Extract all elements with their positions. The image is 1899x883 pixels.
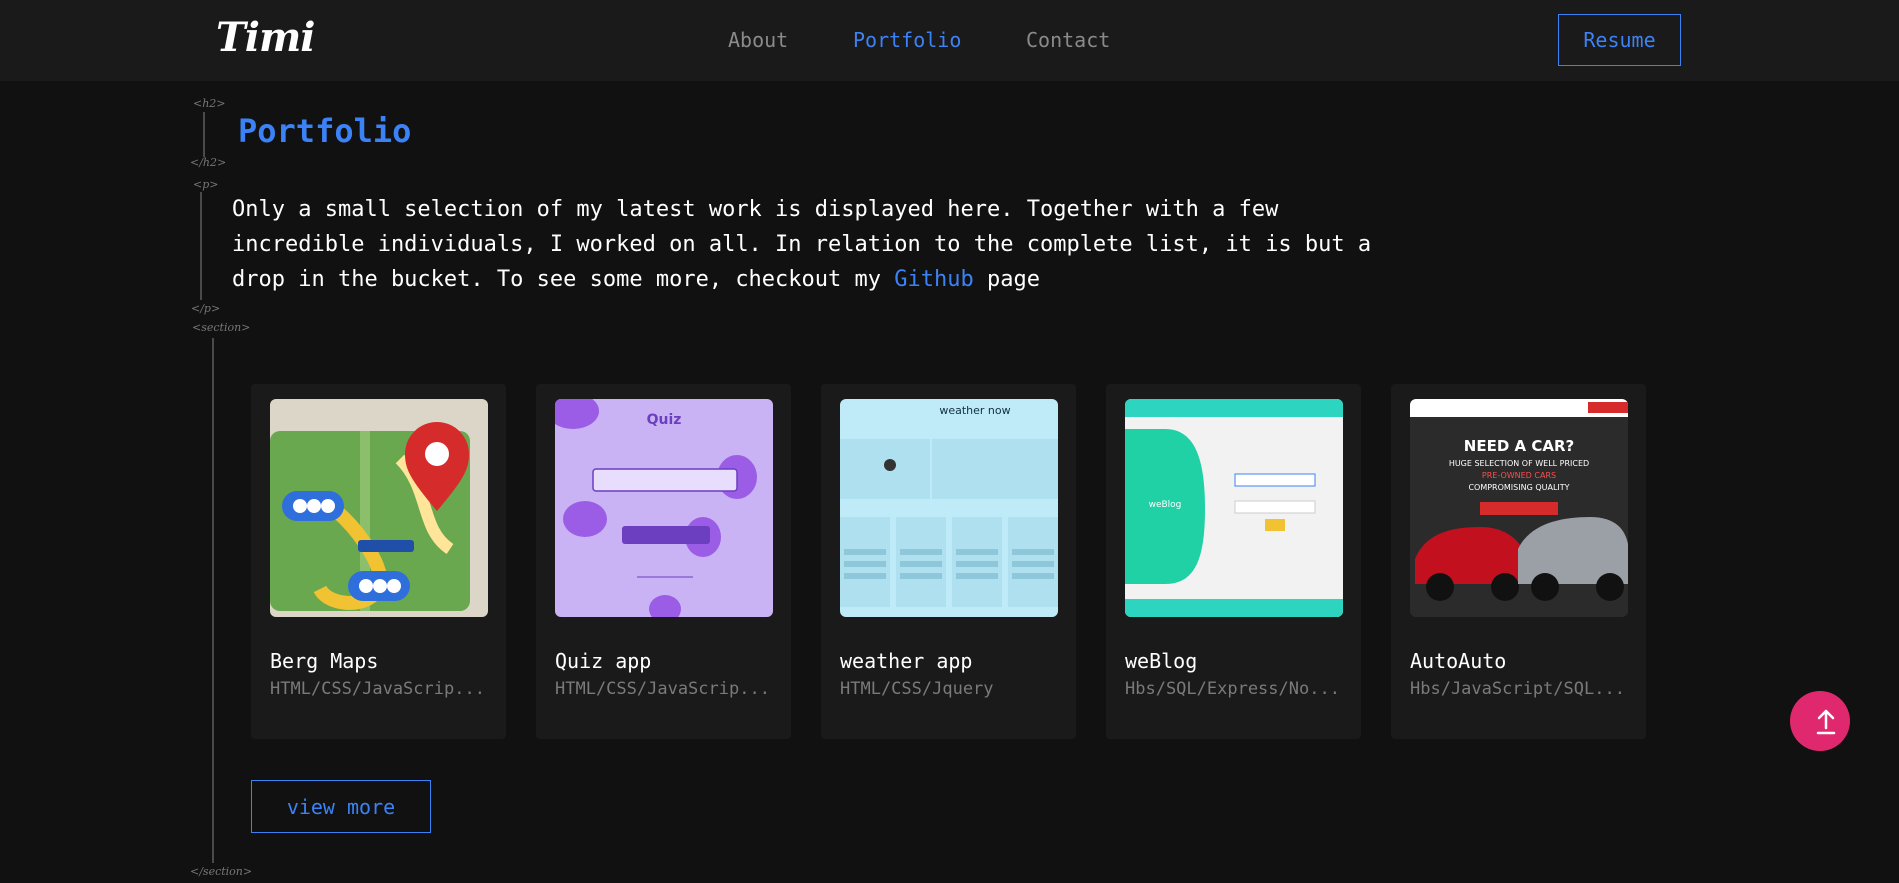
intro-text: Only a small selection of my latest work…: [232, 197, 1372, 292]
svg-text:PRE-OWNED CARS: PRE-OWNED CARS: [1482, 471, 1556, 480]
svg-text:weBlog: weBlog: [1149, 500, 1182, 510]
project-title[interactable]: AutoAuto: [1410, 649, 1506, 673]
project-tech: HTML/CSS/JavaScrip...: [555, 679, 770, 699]
nav-about[interactable]: About: [728, 28, 788, 52]
project-card-autoauto[interactable]: NEED A CAR? HUGE SELECTION OF WELL PRICE…: [1391, 384, 1646, 739]
project-title[interactable]: Berg Maps: [270, 649, 378, 673]
tag-section-open: <section>: [192, 321, 251, 334]
intro-paragraph: Only a small selection of my latest work…: [232, 192, 1382, 297]
project-card-weblog[interactable]: weBlog weBlog Hbs/SQL/Express/No...: [1106, 384, 1361, 739]
weather-thumbnail-icon: weather now: [840, 399, 1058, 617]
tag-section-close: </section>: [190, 865, 253, 878]
project-title[interactable]: weather app: [840, 649, 972, 673]
car-thumbnail-icon: NEED A CAR? HUGE SELECTION OF WELL PRICE…: [1410, 399, 1628, 617]
project-card-weather-app[interactable]: weather now weather app HTML/CSS/Jquery: [821, 384, 1076, 739]
project-card-berg-maps[interactable]: Berg Maps HTML/CSS/JavaScrip...: [251, 384, 506, 739]
section-guide-line: [212, 338, 214, 863]
nav-contact[interactable]: Contact: [1026, 28, 1110, 52]
project-tech: HTML/CSS/Jquery: [840, 679, 994, 699]
project-thumbnail[interactable]: [270, 399, 488, 617]
top-navigation-bar: Timi About Portfolio Contact Resume: [0, 0, 1899, 81]
tag-h2-open: <h2>: [193, 97, 226, 110]
svg-text:weather now: weather now: [939, 404, 1010, 417]
project-thumbnail[interactable]: weather now: [840, 399, 1058, 617]
quiz-thumbnail-icon: Quiz: [555, 399, 773, 617]
svg-text:HUGE SELECTION OF WELL PRICED: HUGE SELECTION OF WELL PRICED: [1449, 459, 1589, 468]
project-tech: Hbs/JavaScript/SQL...: [1410, 679, 1625, 699]
project-title[interactable]: weBlog: [1125, 649, 1197, 673]
svg-text:Quiz: Quiz: [647, 412, 682, 428]
project-tech: Hbs/SQL/Express/No...: [1125, 679, 1340, 699]
h2-guide-line: [203, 112, 205, 157]
p-guide-line: [200, 192, 202, 300]
project-tech: HTML/CSS/JavaScrip...: [270, 679, 485, 699]
scroll-to-top-button[interactable]: [1790, 691, 1850, 751]
project-card-quiz-app[interactable]: Quiz Quiz app HTML/CSS/JavaScrip...: [536, 384, 791, 739]
svg-text:NEED A CAR?: NEED A CAR?: [1464, 437, 1574, 455]
project-thumbnail[interactable]: weBlog: [1125, 399, 1343, 617]
tag-p-open: <p>: [193, 178, 219, 191]
view-more-button[interactable]: view more: [251, 780, 431, 833]
github-link[interactable]: Github: [894, 267, 973, 292]
intro-text-end: page: [973, 267, 1040, 292]
project-thumbnail[interactable]: Quiz: [555, 399, 773, 617]
svg-text:COMPROMISING QUALITY: COMPROMISING QUALITY: [1468, 483, 1569, 492]
tag-h2-close: </h2>: [190, 156, 227, 169]
map-thumbnail-icon: [270, 399, 488, 617]
arrow-up-icon: [1816, 709, 1836, 735]
project-thumbnail[interactable]: NEED A CAR? HUGE SELECTION OF WELL PRICE…: [1410, 399, 1628, 617]
blog-thumbnail-icon: weBlog: [1125, 399, 1343, 617]
page-title: Portfolio: [238, 112, 412, 150]
nav-portfolio[interactable]: Portfolio: [853, 28, 961, 52]
tag-p-close: </p>: [191, 302, 221, 315]
resume-button[interactable]: Resume: [1558, 14, 1681, 66]
project-title[interactable]: Quiz app: [555, 649, 651, 673]
